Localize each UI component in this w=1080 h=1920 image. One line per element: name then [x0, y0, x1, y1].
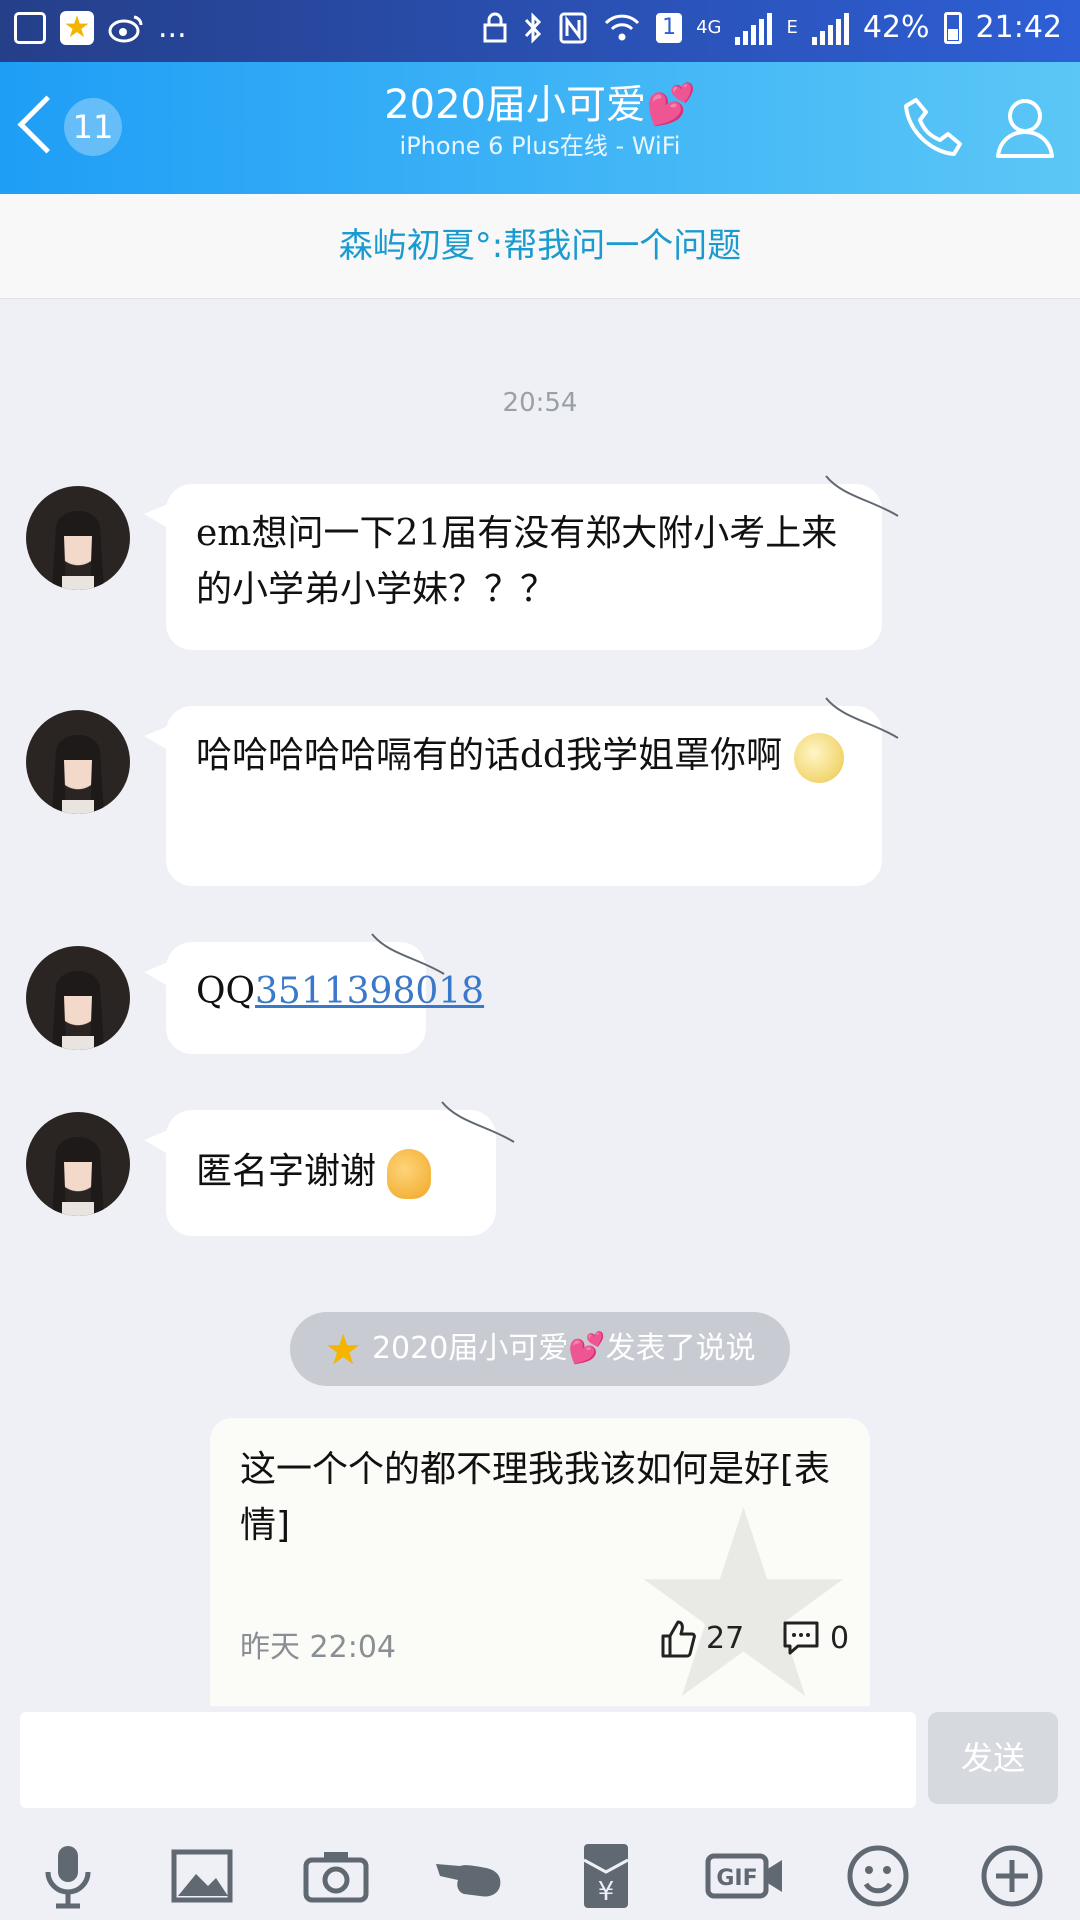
- chat-title: 2020届小可爱💕: [384, 82, 696, 128]
- more-notifications: ...: [158, 10, 187, 45]
- avatar[interactable]: [26, 710, 130, 814]
- pinned-notice[interactable]: 森屿初夏°:帮我问一个问题: [0, 194, 1080, 299]
- signal-strength-icon: [735, 11, 773, 45]
- bubble-decoration-icon: [441, 1101, 515, 1143]
- message-input[interactable]: [20, 1712, 916, 1808]
- nfc-icon: [559, 12, 587, 43]
- clock: 21:42: [975, 10, 1062, 45]
- message-bubble-3[interactable]: QQ3511398018: [144, 933, 484, 1054]
- network-4g-label: 4G: [696, 17, 722, 38]
- chat-timestamp: 20:54: [502, 388, 578, 418]
- comment-button[interactable]: 0: [782, 1616, 849, 1660]
- send-button[interactable]: 发送: [928, 1712, 1058, 1804]
- phone-icon[interactable]: [898, 92, 968, 162]
- message-text: em想问一下21届有没有郑大附小考上来的小学弟小学妹？？？: [196, 513, 838, 610]
- poke-icon[interactable]: [430, 1836, 510, 1916]
- message-bubble-1[interactable]: em想问一下21届有没有郑大附小考上来的小学弟小学妹？？？: [144, 475, 899, 650]
- image-icon[interactable]: [162, 1836, 242, 1916]
- like-button[interactable]: 27: [660, 1616, 744, 1660]
- chat-header: 11 2020届小可爱💕 iPhone 6 Plus在线 - WiFi: [0, 62, 1080, 194]
- avatar[interactable]: [26, 486, 130, 590]
- emoji-icon[interactable]: [838, 1836, 918, 1916]
- thumbs-up-icon: [661, 1620, 696, 1658]
- network-e-label: E: [786, 17, 798, 38]
- post-date: 昨天 22:04: [240, 1630, 396, 1665]
- comment-icon: [783, 1621, 819, 1655]
- unread-count-badge: 11: [64, 98, 122, 156]
- like-count: 27: [706, 1620, 745, 1656]
- input-toolbar: ¥ GIF: [0, 1826, 1080, 1920]
- gif-icon[interactable]: GIF: [700, 1836, 790, 1916]
- message-text: 匿名字谢谢: [196, 1151, 377, 1192]
- bubble-decoration-icon: [825, 697, 899, 739]
- sim-indicator: 1: [656, 12, 683, 43]
- battery-icon: [943, 11, 962, 44]
- qzone-post-notice[interactable]: ★ 2020届小可爱💕发表了说说: [290, 1312, 790, 1386]
- qzone-star-icon: ★: [324, 1324, 362, 1374]
- message-bubble-4[interactable]: 匿名字谢谢: [144, 1101, 515, 1236]
- profile-icon[interactable]: [990, 92, 1060, 162]
- avatar[interactable]: [26, 1112, 130, 1216]
- message-text: 哈哈哈哈哈嗝有的话dd我学姐罩你啊: [196, 735, 783, 776]
- battery-percent: 42%: [862, 10, 930, 45]
- bubble-decoration-icon: [825, 475, 899, 517]
- camera-icon[interactable]: [296, 1836, 376, 1916]
- microphone-icon[interactable]: [28, 1836, 108, 1916]
- gallery-notification-icon: [14, 11, 46, 44]
- plus-icon[interactable]: [972, 1836, 1052, 1916]
- avatar-image: [52, 511, 104, 590]
- qzone-notification-icon: ★: [60, 10, 94, 45]
- avatar-image: [52, 1137, 104, 1216]
- post-text: 这一个个的都不理我我该如何是好[表情]: [240, 1449, 831, 1546]
- avatar[interactable]: [26, 946, 130, 1050]
- ok-hand-emoji-icon: [387, 1149, 432, 1199]
- message-prefix: QQ: [196, 971, 256, 1012]
- red-packet-icon[interactable]: ¥: [566, 1836, 646, 1916]
- chat-title-group[interactable]: 2020届小可爱💕 iPhone 6 Plus在线 - WiFi: [200, 80, 880, 162]
- avatar-image: [52, 971, 104, 1050]
- weibo-notification-icon: [108, 15, 143, 42]
- bubble-decoration-icon: [371, 933, 445, 975]
- yuan-label: ¥: [598, 1877, 615, 1907]
- lock-icon: [483, 12, 507, 42]
- qzone-post-card[interactable]: ★ 这一个个的都不理我我该如何是好[表情] 昨天 22:04 27 0: [210, 1418, 870, 1706]
- signal-strength-icon-2: [811, 11, 849, 45]
- wifi-icon: [604, 14, 640, 40]
- bluetooth-icon: [524, 11, 542, 44]
- qzone-notice-text: 2020届小可爱💕发表了说说: [371, 1331, 756, 1366]
- status-bar: ★ ... 1 4G E 42% 21:42: [0, 0, 1080, 62]
- message-bubble-2[interactable]: 哈哈哈哈哈嗝有的话dd我学姐罩你啊: [144, 697, 899, 886]
- chat-subtitle: iPhone 6 Plus在线 - WiFi: [399, 132, 681, 160]
- input-bar: 发送: [0, 1706, 1080, 1826]
- gif-label: GIF: [716, 1866, 757, 1891]
- avatar-image: [52, 735, 104, 814]
- back-button[interactable]: 11: [16, 92, 136, 162]
- comment-count: 0: [830, 1620, 850, 1656]
